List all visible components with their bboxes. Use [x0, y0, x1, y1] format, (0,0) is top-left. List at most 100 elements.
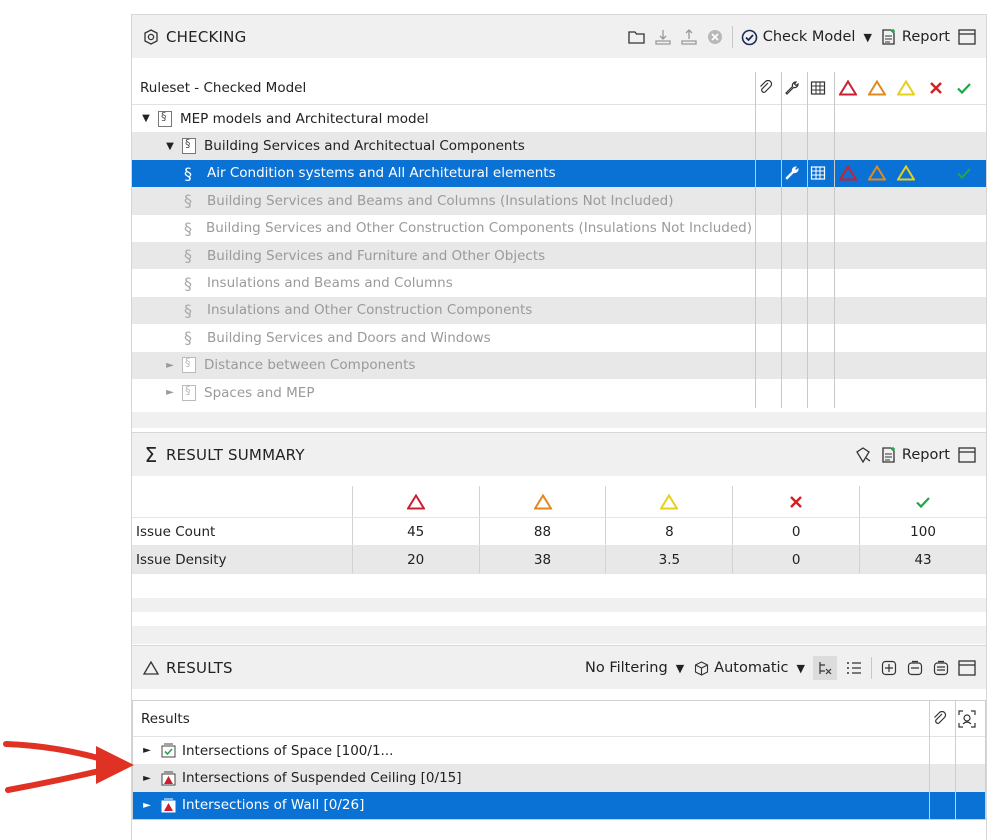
- list-view-icon[interactable]: [845, 659, 863, 677]
- tree-item-label: Building Services and Architectual Compo…: [204, 138, 525, 155]
- check-model-button[interactable]: Check Model ▼: [741, 28, 872, 46]
- summary-cell: 3.5: [605, 546, 732, 573]
- checking-report-button[interactable]: Report: [880, 28, 950, 46]
- result-item-label: Intersections of Wall [0/26]: [182, 797, 365, 814]
- results-list: Results ► Intersections of Space [100/1..…: [132, 700, 986, 821]
- attachment-icon[interactable]: [757, 79, 775, 97]
- checking-header: CHECKING Check Model ▼ Report: [132, 14, 986, 58]
- low-issue-icon: [605, 486, 732, 517]
- rule-section-icon: §: [184, 246, 192, 266]
- tree-item-building-services-and-other-construction[interactable]: § Building Services and Other Constructio…: [132, 215, 986, 242]
- summary-cell: 45: [351, 518, 479, 545]
- sigma-icon: Σ: [144, 442, 158, 467]
- filtering-dropdown[interactable]: No Filtering ▼: [585, 660, 684, 676]
- column-divider: [807, 72, 808, 408]
- cube-icon: [692, 659, 710, 677]
- checking-icon: [142, 28, 160, 46]
- summary-empty-row: [132, 598, 986, 612]
- expand-caret-icon[interactable]: ►: [164, 360, 176, 371]
- summary-cell: 0: [732, 518, 859, 545]
- tree-item-mep-models-and-architectural-model[interactable]: ▼ MEP models and Architectural model: [132, 105, 986, 132]
- ruleset-tree: Ruleset - Checked Model ▼ MEP models and …: [132, 72, 986, 408]
- result-item-label: Intersections of Suspended Ceiling [0/15…: [182, 770, 462, 787]
- rule-section-icon: §: [184, 273, 192, 293]
- expand-caret-icon[interactable]: ►: [141, 745, 153, 756]
- tree-view-icon[interactable]: [813, 656, 837, 680]
- summary-icon-row: [132, 486, 986, 518]
- summary-report-label: Report: [901, 447, 950, 463]
- accepted-icon: [955, 79, 973, 97]
- ruleset-column-header: Ruleset - Checked Model: [140, 80, 307, 96]
- tree-item-label: Insulations and Other Construction Compo…: [207, 302, 533, 319]
- open-folder-icon[interactable]: [628, 28, 646, 46]
- tree-item-label: Distance between Components: [204, 357, 416, 374]
- results-header-row: Results: [133, 701, 985, 737]
- export-icon[interactable]: [680, 28, 698, 46]
- summary-report-button[interactable]: Report: [880, 446, 950, 464]
- column-divider: [755, 72, 756, 408]
- zoom-to-fit-icon[interactable]: [958, 709, 976, 728]
- toolbar-separator: [731, 26, 733, 48]
- tree-item-building-services-and-architectual-compo[interactable]: ▼ Building Services and Architectual Comp…: [132, 132, 986, 160]
- table-icon[interactable]: [809, 79, 827, 97]
- panel-gap: [132, 412, 986, 428]
- summary-cell: 100: [859, 518, 986, 545]
- expand-caret-icon[interactable]: ►: [141, 800, 153, 811]
- tree-header-row: Ruleset - Checked Model: [132, 72, 986, 105]
- filtering-label: No Filtering: [585, 660, 668, 676]
- tree-item-building-services-and-beams-and-columns-[interactable]: § Building Services and Beams and Columns…: [132, 187, 986, 215]
- import-icon[interactable]: [654, 28, 672, 46]
- summary-empty-row: [132, 612, 986, 626]
- summary-row-issue-density: Issue Density 20 38 3.5 0 43: [132, 546, 986, 574]
- collapse-all-icon[interactable]: [906, 659, 924, 677]
- check-circle-icon: [741, 28, 759, 46]
- automatic-dropdown[interactable]: Automatic ▼: [692, 659, 805, 677]
- tree-item-insulations-and-beams-and-columns[interactable]: § Insulations and Beams and Columns: [132, 269, 986, 296]
- tree-item-distance-between-components[interactable]: ► Distance between Components: [132, 351, 986, 379]
- ruleset-tree-rows: ▼ MEP models and Architectural model ▼ Buil…: [132, 105, 986, 406]
- critical-result-icon: [161, 771, 176, 786]
- check-model-dropdown-icon[interactable]: ▼: [863, 31, 871, 44]
- results-column-header: Results: [141, 710, 190, 727]
- tree-item-label: MEP models and Architectural model: [180, 110, 429, 127]
- maximize-icon[interactable]: [958, 659, 976, 677]
- results-triangle-icon: [142, 659, 160, 677]
- tree-item-label: Building Services and Doors and Windows: [207, 329, 491, 346]
- checking-title: CHECKING: [166, 27, 247, 46]
- chevron-down-icon: ▼: [796, 661, 805, 675]
- annotation-arrow: [3, 741, 134, 793]
- tree-item-insulations-and-other-construction-compo[interactable]: § Insulations and Other Construction Comp…: [132, 296, 986, 325]
- maximize-icon[interactable]: [958, 28, 976, 46]
- expand-caret-icon[interactable]: ►: [164, 387, 176, 398]
- expand-caret-icon[interactable]: ▼: [164, 141, 176, 152]
- chevron-down-icon: ▼: [675, 661, 685, 675]
- results-title: RESULTS: [166, 658, 233, 677]
- attachment-icon[interactable]: [931, 710, 949, 728]
- tree-item-air-condition-systems-and-all-architetur[interactable]: § Air Condition systems and All Architetu…: [132, 159, 986, 188]
- tree-item-label: Building Services and Furniture and Othe…: [207, 247, 546, 264]
- summary-cell: 0: [732, 546, 859, 573]
- tree-item-building-services-and-doors-and-windows[interactable]: § Building Services and Doors and Windows: [132, 324, 986, 351]
- tree-item-spaces-and-mep[interactable]: ► Spaces and MEP: [132, 379, 986, 406]
- expand-all-icon[interactable]: [880, 659, 898, 677]
- report-icon: [880, 446, 898, 464]
- tree-item-building-services-and-furniture-and-othe[interactable]: § Building Services and Furniture and Oth…: [132, 241, 986, 270]
- wrench-icon[interactable]: [783, 79, 801, 97]
- expand-caret-icon[interactable]: ►: [141, 773, 153, 784]
- tree-item-label: Insulations and Beams and Columns: [207, 275, 453, 292]
- summary-cell: 8: [605, 518, 732, 545]
- tree-item-label: Spaces and MEP: [204, 384, 315, 401]
- maximize-icon[interactable]: [958, 446, 976, 464]
- column-divider: [955, 701, 956, 820]
- result-item-intersections-of-space-100-1[interactable]: ► Intersections of Space [100/1...: [133, 737, 985, 764]
- result-item-intersections-of-suspended-ceiling-0-15[interactable]: ► Intersections of Suspended Ceiling [0/1…: [133, 764, 985, 792]
- summary-header: Σ RESULT SUMMARY Report: [132, 432, 986, 476]
- group-icon[interactable]: [932, 659, 950, 677]
- expand-caret-icon[interactable]: ▼: [140, 113, 152, 124]
- passed-result-icon: [161, 743, 176, 758]
- presentation-icon[interactable]: [854, 446, 872, 464]
- summary-row-label: Issue Density: [136, 551, 227, 568]
- result-item-intersections-of-wall-0-26[interactable]: ► Intersections of Wall [0/26]: [133, 791, 985, 820]
- rule-section-icon: §: [184, 163, 192, 183]
- stop-icon[interactable]: [706, 28, 724, 46]
